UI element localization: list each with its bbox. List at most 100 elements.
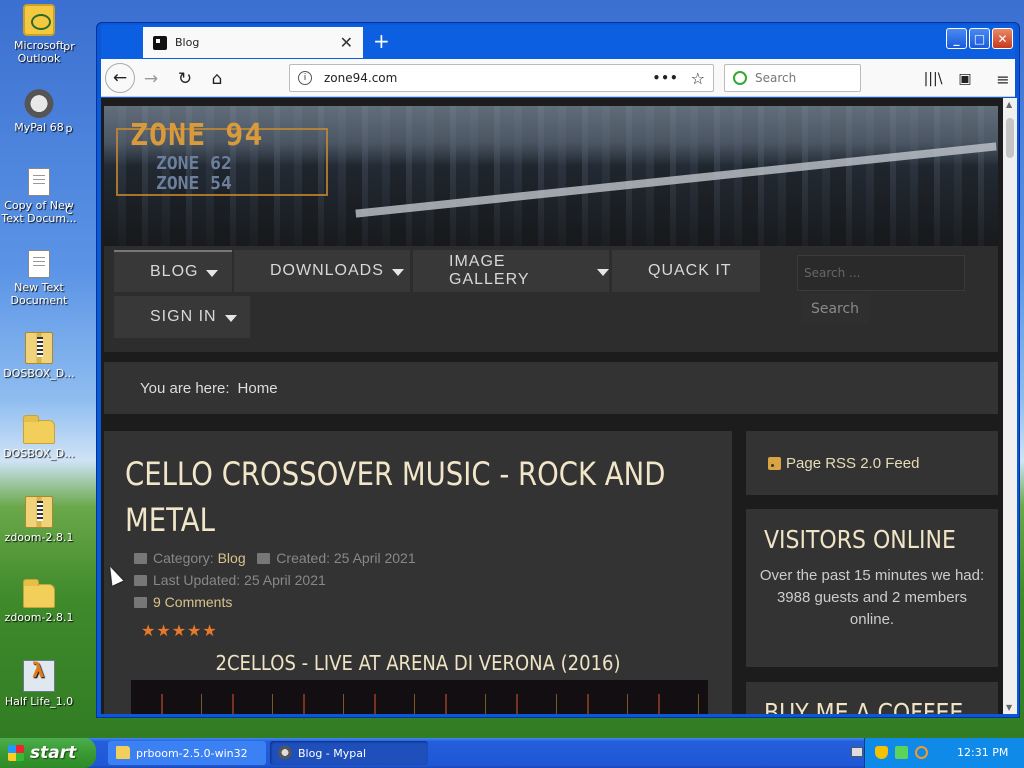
scrollbar-thumb[interactable] xyxy=(1006,118,1014,158)
article-title[interactable]: CELLO CROSSOVER MUSIC - ROCK AND METAL xyxy=(125,451,675,543)
page-actions-icon[interactable]: ••• xyxy=(653,71,679,85)
taskbar-item-prboom[interactable]: prboom-2.5.0-win32 xyxy=(108,741,266,765)
clock[interactable]: 12:31 PM xyxy=(957,746,1008,759)
sidebar-icon[interactable]: ▣ xyxy=(951,65,979,93)
nav-label: BLOG xyxy=(150,263,199,280)
scroll-up-icon[interactable]: ▲ xyxy=(1006,100,1012,109)
desktop-icon-zdoom-zip[interactable]: zdoom-2.8.1 xyxy=(0,496,79,544)
close-tab-icon[interactable]: ✕ xyxy=(340,33,353,52)
site-search-input[interactable]: Search ... xyxy=(797,255,965,291)
vertical-scrollbar[interactable]: ▲ ▼ xyxy=(1003,98,1017,714)
caret-down-icon xyxy=(391,268,404,276)
desktop-icon-outlook[interactable]: Microsoft Outlook xyxy=(0,4,79,65)
folder-icon xyxy=(134,553,147,564)
video-embed[interactable] xyxy=(131,680,708,714)
buy-coffee-box: BUY ME A COFFEE xyxy=(746,682,998,714)
close-window-button[interactable]: ✕ xyxy=(992,28,1013,49)
rss-link[interactable]: Page RSS 2.0 Feed xyxy=(786,455,919,472)
created-date: Created: 25 April 2021 xyxy=(276,550,416,566)
info-icon[interactable]: i xyxy=(298,71,312,85)
category-link[interactable]: Blog xyxy=(218,550,246,566)
comment-icon xyxy=(134,597,147,608)
rating-stars[interactable]: ★★★★★ xyxy=(141,621,218,640)
nav-downloads[interactable]: DOWNLOADS xyxy=(234,250,410,292)
visitors-title: VISITORS ONLINE xyxy=(764,525,956,554)
desktop-icon-dosbox-folder[interactable]: DOSBOX_D... xyxy=(0,414,79,460)
half-life-icon xyxy=(23,660,55,692)
breadcrumb-home[interactable]: Home xyxy=(238,380,278,397)
site-banner[interactable]: ZONE 94 ZONE 62 ZONE 54 xyxy=(104,106,998,246)
calendar-icon xyxy=(257,553,271,564)
minimize-button[interactable]: _ xyxy=(946,28,967,49)
zip-folder-icon xyxy=(25,496,53,528)
breadcrumb: You are here: Home xyxy=(104,362,998,414)
desktop-icon-half-life[interactable]: Half Life_1.0 xyxy=(0,660,79,708)
keyboard-icon[interactable] xyxy=(851,747,863,757)
nav-label: DOWNLOADS xyxy=(270,262,384,279)
taskbar-item-mypal[interactable]: Blog - Mypal xyxy=(270,741,428,765)
search-placeholder: Search xyxy=(755,71,797,85)
back-button[interactable]: ← xyxy=(105,63,135,93)
address-bar[interactable]: i zone94.com ••• ☆ xyxy=(289,64,714,92)
system-tray: 12:31 PM xyxy=(851,738,1024,768)
site-favicon-icon xyxy=(153,35,167,50)
nav-label: IMAGE GALLERY xyxy=(449,253,530,288)
article: CELLO CROSSOVER MUSIC - ROCK AND METAL C… xyxy=(104,431,732,714)
desktop-icon-label: DOSBOX_D... xyxy=(3,447,75,460)
reload-button[interactable]: ↻ xyxy=(171,65,199,93)
nav-label: SIGN IN xyxy=(150,308,217,325)
folder-icon xyxy=(116,746,130,759)
nav-blog[interactable]: BLOG xyxy=(114,250,232,292)
visitors-online-box: VISITORS ONLINE Over the past 15 minutes… xyxy=(746,509,998,667)
site-nav: BLOG DOWNLOADS IMAGE GALLERY QUACK IT SI… xyxy=(104,246,998,352)
hamburger-menu-icon[interactable]: ≡ xyxy=(989,65,1017,93)
nav-image-gallery[interactable]: IMAGE GALLERY xyxy=(413,250,609,292)
folder-icon xyxy=(23,415,55,444)
site-logo: ZONE 94 xyxy=(130,118,264,153)
zip-folder-icon xyxy=(25,332,53,364)
breadcrumb-prefix: You are here: xyxy=(140,379,230,397)
new-tab-button[interactable]: + xyxy=(373,29,390,53)
desktop-icon-zdoom-folder[interactable]: zdoom-2.8.1 xyxy=(0,578,79,624)
tab-blog[interactable]: Blog ✕ xyxy=(143,27,363,58)
security-shield-icon[interactable] xyxy=(875,746,888,759)
nav-sign-in[interactable]: SIGN IN xyxy=(114,296,250,338)
comments-link[interactable]: 9 Comments xyxy=(153,594,232,610)
browser-window: Blog ✕ + _ □ ✕ ← → ↻ ⌂ i zone94.com ••• … xyxy=(96,22,1020,718)
partial-desktop-label: p xyxy=(65,122,73,135)
forward-button[interactable]: → xyxy=(137,65,165,93)
start-button[interactable]: start xyxy=(0,738,96,768)
maximize-button[interactable]: □ xyxy=(969,28,990,49)
video-heading: 2CELLOS - LIVE AT ARENA DI VERONA (2016) xyxy=(215,651,621,675)
text-document-icon xyxy=(28,168,50,196)
desktop-icon-dosbox-zip[interactable]: DOSBOX_D... xyxy=(0,332,79,380)
library-icon[interactable]: |||\ xyxy=(919,65,947,93)
desktop-icon-new-text-doc[interactable]: New Text Document xyxy=(0,250,79,307)
text-document-icon xyxy=(28,250,50,278)
bookmark-star-icon[interactable]: ☆ xyxy=(691,69,705,88)
calendar-icon xyxy=(134,575,147,586)
nav-quack-it[interactable]: QUACK IT xyxy=(612,250,760,292)
window-controls: _ □ ✕ xyxy=(946,28,1013,49)
logo-sub-line: ZONE 54 xyxy=(156,173,232,194)
caret-down-icon xyxy=(206,269,219,277)
navigation-toolbar: ← → ↻ ⌂ i zone94.com ••• ☆ Search |||\ ▣… xyxy=(101,59,1015,97)
tab-strip: Blog ✕ + _ □ ✕ xyxy=(101,25,1015,59)
article-meta-row2: Last Updated: 25 April 2021 xyxy=(134,572,326,588)
network-icon[interactable] xyxy=(895,746,908,759)
caret-down-icon xyxy=(597,268,609,276)
mypal-icon xyxy=(278,746,292,759)
scroll-down-icon[interactable]: ▼ xyxy=(1006,703,1012,712)
desktop-icon-label: zdoom-2.8.1 xyxy=(4,611,74,624)
desktop-icon-label: DOSBOX_D... xyxy=(3,367,75,380)
home-button[interactable]: ⌂ xyxy=(203,65,231,93)
visitors-text: Over the past 15 minutes we had: 3988 gu… xyxy=(759,567,985,628)
start-label: start xyxy=(30,743,77,763)
article-meta-row3: 9 Comments xyxy=(134,594,232,610)
outlook-icon xyxy=(23,4,55,36)
browser-search-input[interactable]: Search xyxy=(724,64,861,92)
search-icon[interactable] xyxy=(915,746,928,759)
site-search-button[interactable]: Search xyxy=(801,294,869,324)
desktop-icon-label: New Text Document xyxy=(10,281,68,307)
nav-label: QUACK IT xyxy=(648,262,732,279)
